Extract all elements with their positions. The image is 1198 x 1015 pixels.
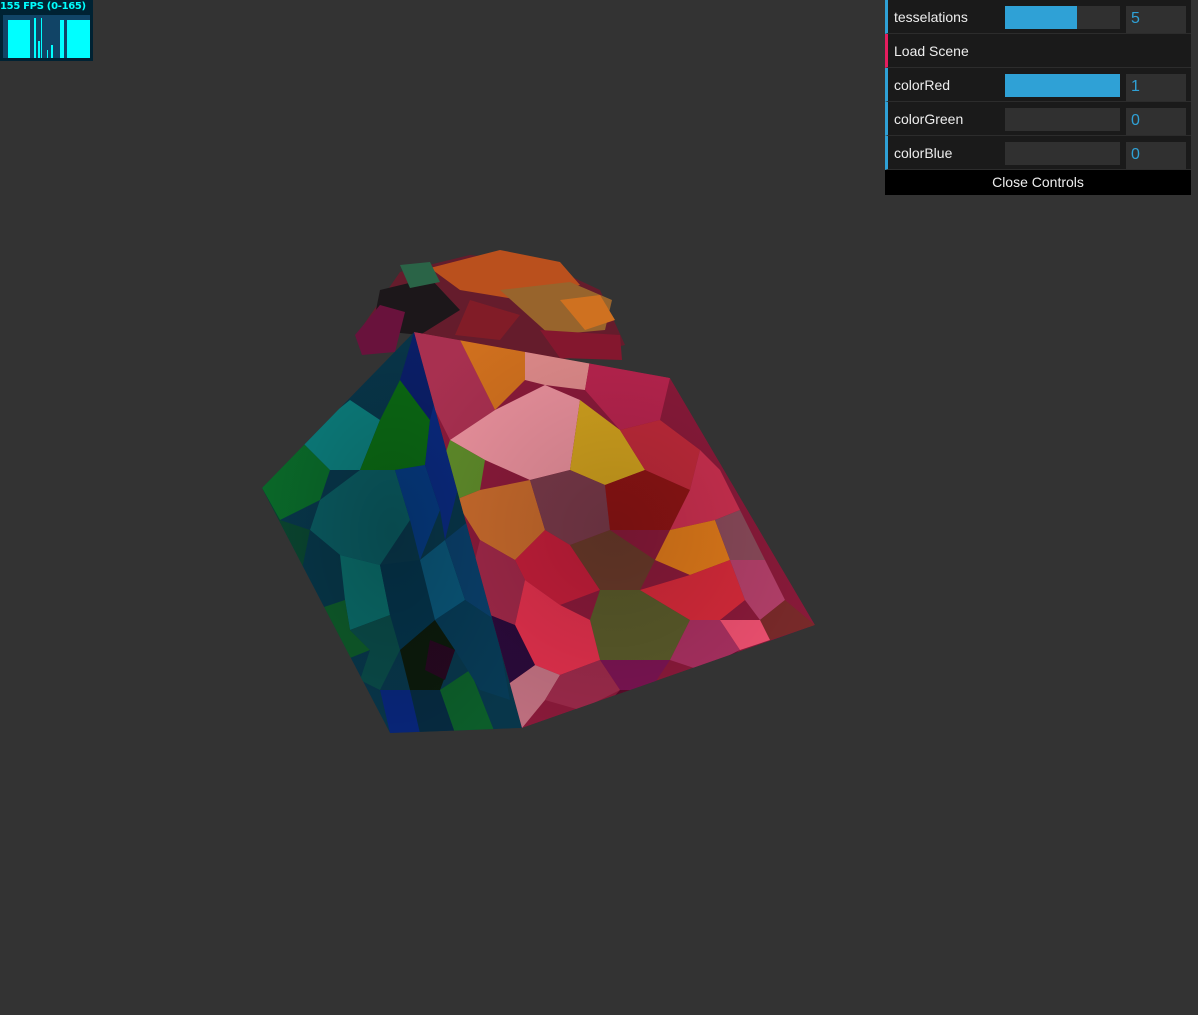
tesselations-slider[interactable] — [1005, 6, 1120, 29]
close-controls-button[interactable]: Close Controls — [885, 170, 1191, 195]
controls-panel: tesselations 5 Load Scene colorRed 1 col… — [885, 0, 1191, 195]
color-green-control[interactable]: colorGreen 0 — [885, 102, 1191, 136]
color-blue-slider[interactable] — [1005, 142, 1120, 165]
color-green-label: colorGreen — [894, 111, 964, 127]
fps-readout: 155 FPS (0-165) — [0, 1, 86, 12]
fps-graph — [3, 15, 90, 58]
tesselations-control[interactable]: tesselations 5 — [885, 0, 1191, 34]
fps-bar — [8, 20, 30, 58]
fps-bar — [41, 18, 42, 58]
load-scene-button[interactable]: Load Scene — [885, 34, 1191, 68]
fps-bar — [34, 18, 36, 58]
color-green-input[interactable]: 0 — [1126, 108, 1186, 135]
color-red-input[interactable]: 1 — [1126, 74, 1186, 101]
color-blue-label: colorBlue — [894, 145, 953, 161]
fps-stats-panel[interactable]: 155 FPS (0-165) — [0, 0, 93, 61]
color-red-control[interactable]: colorRed 1 — [885, 68, 1191, 102]
color-red-slider[interactable] — [1005, 74, 1120, 97]
fps-bar — [67, 20, 90, 58]
load-scene-label: Load Scene — [894, 43, 969, 59]
slider-fill — [1005, 74, 1120, 97]
cube-top-fragments — [355, 250, 625, 360]
fps-bar — [47, 50, 48, 58]
color-green-slider[interactable] — [1005, 108, 1120, 131]
slider-fill — [1005, 6, 1078, 29]
fps-bar — [60, 20, 64, 58]
fps-bars — [8, 18, 90, 58]
color-blue-control[interactable]: colorBlue 0 — [885, 136, 1191, 170]
tesselations-label: tesselations — [894, 9, 968, 25]
tesselations-input[interactable]: 5 — [1126, 6, 1186, 33]
fps-bar — [51, 45, 53, 58]
color-red-label: colorRed — [894, 77, 951, 93]
fps-bar — [38, 41, 40, 58]
color-blue-input[interactable]: 0 — [1126, 142, 1186, 169]
